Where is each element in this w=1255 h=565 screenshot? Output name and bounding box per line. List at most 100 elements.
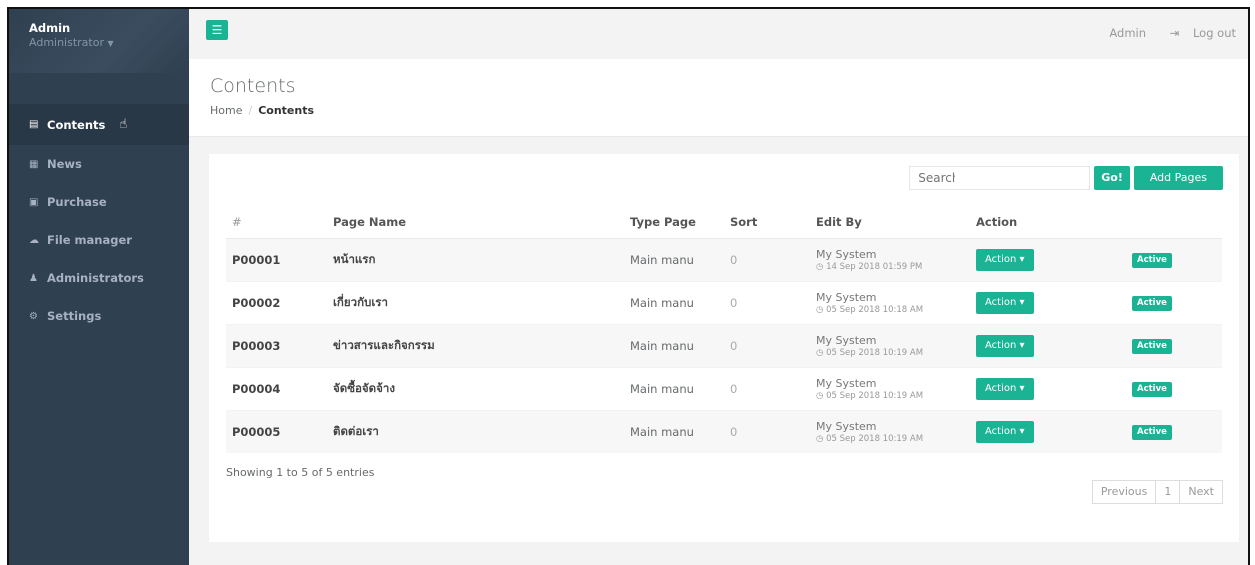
sidebar-item-settings[interactable]: ⚙ Settings bbox=[9, 297, 189, 335]
clock-icon: ◷ bbox=[816, 390, 824, 401]
row-edit-by: My System ◷ 05 Sep 2018 10:19 AM bbox=[816, 366, 976, 410]
row-edit-date-text: 05 Sep 2018 10:19 AM bbox=[826, 390, 924, 401]
row-type-page: Main manu bbox=[630, 237, 730, 281]
row-page-name: ติดต่อเรา bbox=[333, 409, 630, 453]
column-header-number[interactable]: # bbox=[226, 206, 333, 239]
page-title: Contents bbox=[210, 75, 296, 97]
page-heading: Contents Home / Contents bbox=[189, 59, 1248, 137]
row-action-button[interactable]: Action ▾ bbox=[976, 248, 1034, 271]
breadcrumb-separator: / bbox=[248, 104, 253, 117]
row-page-name: ข่าวสารและกิจกรรม bbox=[333, 323, 630, 367]
row-id: P00001 bbox=[226, 237, 333, 281]
cogs-icon: ⚙ bbox=[29, 310, 38, 322]
row-edit-by: My System ◷ 05 Sep 2018 10:19 AM bbox=[816, 409, 976, 453]
table-row: P00003 ข่าวสารและกิจกรรม Main manu 0 My … bbox=[226, 323, 1222, 367]
row-editor: My System bbox=[816, 376, 877, 390]
column-header-sort[interactable]: Sort bbox=[730, 206, 816, 239]
row-sort: 0 bbox=[730, 280, 816, 324]
row-edit-date-text: 05 Sep 2018 10:19 AM bbox=[826, 433, 924, 444]
row-sort: 0 bbox=[730, 237, 816, 281]
row-id: P00003 bbox=[226, 323, 333, 367]
clock-icon: ◷ bbox=[816, 304, 824, 315]
hand-cursor-icon: ☝ bbox=[119, 117, 128, 132]
breadcrumb-home-link[interactable]: Home bbox=[210, 104, 242, 117]
top-user-label: Admin bbox=[1109, 26, 1147, 40]
row-editor: My System bbox=[816, 419, 877, 433]
clock-icon: ◷ bbox=[816, 433, 824, 444]
profile-block: Admin Administrator ▼ bbox=[9, 9, 189, 73]
logout-link[interactable]: ⇥ Log out bbox=[1160, 26, 1236, 40]
row-action-button[interactable]: Action ▾ bbox=[976, 377, 1034, 400]
row-edit-date: ◷ 05 Sep 2018 10:18 AM bbox=[816, 305, 976, 315]
profile-role-dropdown[interactable]: Administrator ▼ bbox=[29, 36, 169, 49]
row-action-cell: Action ▾ bbox=[976, 237, 1126, 281]
row-type-page: Main manu bbox=[630, 366, 730, 410]
row-sort: 0 bbox=[730, 409, 816, 453]
sidebar-item-label: File manager bbox=[47, 233, 132, 247]
sidebar-item-label: Administrators bbox=[47, 271, 144, 285]
row-page-name: หน้าแรก bbox=[333, 237, 630, 281]
column-header-action[interactable]: Action bbox=[976, 206, 1126, 239]
search-go-button[interactable]: Go! bbox=[1094, 166, 1130, 190]
row-status-cell: Active bbox=[1126, 323, 1222, 367]
status-badge[interactable]: Active bbox=[1132, 253, 1172, 268]
row-id: P00002 bbox=[226, 280, 333, 324]
table-row: P00002 เกี่ยวกับเรา Main manu 0 My Syste… bbox=[226, 280, 1222, 324]
row-page-name: เกี่ยวกับเรา bbox=[333, 280, 630, 324]
sidebar-item-label: Purchase bbox=[47, 195, 107, 209]
row-action-cell: Action ▾ bbox=[976, 366, 1126, 410]
content-panel: Go! Add Pages # Page Name Type Page Sort… bbox=[209, 154, 1239, 542]
row-edit-date-text: 14 Sep 2018 01:59 PM bbox=[826, 261, 923, 272]
row-type-page: Main manu bbox=[630, 323, 730, 367]
sidebar-toggle-button[interactable]: ☰ bbox=[206, 20, 228, 40]
sidebar-item-purchase[interactable]: ▣ Purchase bbox=[9, 183, 189, 221]
caret-down-icon: ▾ bbox=[1019, 253, 1025, 265]
status-badge[interactable]: Active bbox=[1132, 425, 1172, 441]
contents-table: # Page Name Type Page Sort Edit By Actio… bbox=[226, 206, 1222, 453]
status-badge[interactable]: Active bbox=[1132, 339, 1172, 354]
table-header-row: # Page Name Type Page Sort Edit By Actio… bbox=[226, 206, 1222, 239]
row-editor: My System bbox=[816, 333, 877, 347]
row-edit-date: ◷ 14 Sep 2018 01:59 PM bbox=[816, 262, 976, 272]
sidebar: Admin Administrator ▼ ▤ Contents ☝ ▦ New… bbox=[9, 9, 189, 565]
sidebar-item-contents[interactable]: ▤ Contents ☝ bbox=[9, 104, 189, 145]
row-action-button[interactable]: Action ▾ bbox=[976, 334, 1034, 357]
row-page-name: จัดซื้อจัดจ้าง bbox=[333, 366, 630, 410]
breadcrumb-current: Contents bbox=[258, 104, 315, 117]
cloud-icon: ☁ bbox=[29, 234, 39, 246]
sidebar-nav: ▤ Contents ☝ ▦ News ▣ Purchase ☁ File ma… bbox=[9, 104, 189, 335]
caret-down-icon: ▾ bbox=[1019, 425, 1025, 437]
row-status-cell: Active bbox=[1126, 237, 1222, 281]
pagination-previous[interactable]: Previous bbox=[1093, 481, 1157, 503]
status-badge[interactable]: Active bbox=[1132, 382, 1172, 397]
row-action-label: Action bbox=[985, 425, 1017, 437]
row-status-cell: Active bbox=[1126, 366, 1222, 410]
row-edit-by: My System ◷ 14 Sep 2018 01:59 PM bbox=[816, 237, 976, 281]
profile-role: Administrator bbox=[29, 36, 104, 49]
search-input[interactable] bbox=[909, 166, 1091, 190]
list-alt-icon: ▤ bbox=[29, 119, 39, 130]
pagination-page-1[interactable]: 1 bbox=[1156, 481, 1181, 503]
sidebar-item-file-manager[interactable]: ☁ File manager bbox=[9, 221, 189, 259]
add-pages-button[interactable]: Add Pages bbox=[1133, 166, 1223, 190]
clock-icon: ◷ bbox=[816, 347, 824, 358]
row-edit-date-text: 05 Sep 2018 10:18 AM bbox=[826, 304, 924, 315]
row-action-button[interactable]: Action ▾ bbox=[976, 291, 1034, 314]
sidebar-item-administrators[interactable]: ♟ Administrators bbox=[9, 259, 189, 297]
pagination-next[interactable]: Next bbox=[1180, 481, 1222, 503]
row-status-cell: Active bbox=[1126, 409, 1222, 453]
profile-name: Admin bbox=[29, 21, 71, 35]
column-header-type-page[interactable]: Type Page bbox=[630, 206, 730, 239]
column-header-page-name[interactable]: Page Name bbox=[333, 206, 630, 239]
status-badge[interactable]: Active bbox=[1132, 296, 1172, 311]
top-navbar: ☰ Admin ⇥ Log out bbox=[189, 9, 1248, 59]
sidebar-item-news[interactable]: ▦ News bbox=[9, 145, 189, 183]
sidebar-item-label: News bbox=[47, 157, 82, 171]
sidebar-item-label: Settings bbox=[47, 309, 102, 323]
row-action-cell: Action ▾ bbox=[976, 280, 1126, 324]
column-header-status bbox=[1126, 206, 1222, 239]
column-header-edit-by[interactable]: Edit By bbox=[816, 206, 976, 239]
row-action-button[interactable]: Action ▾ bbox=[976, 420, 1034, 443]
sidebar-item-label: Contents bbox=[47, 117, 106, 132]
caret-down-icon: ▼ bbox=[107, 39, 114, 48]
